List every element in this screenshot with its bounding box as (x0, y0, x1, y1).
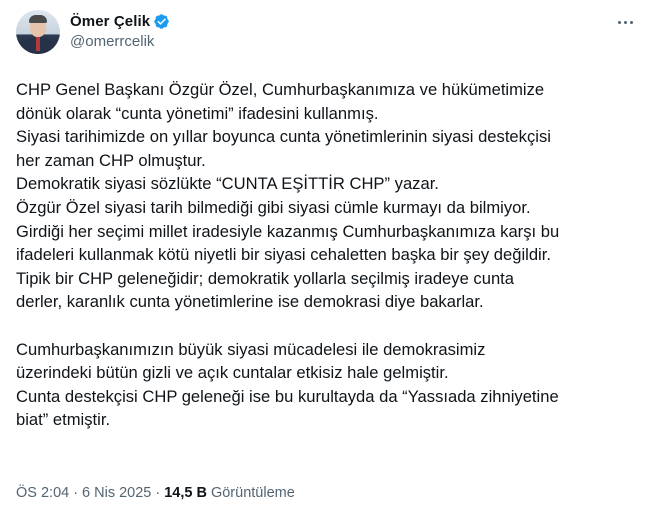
tweet-text: CHP Genel Başkanı Özgür Özel, Cumhurbaşk… (16, 78, 641, 432)
tweet-text-line: Tipik bir CHP geleneğidir; demokratik yo… (16, 268, 515, 288)
author-display-name[interactable]: Ömer Çelik (70, 13, 150, 30)
tweet-text-line: ifadeleri kullanmak kötü niyetli bir siy… (16, 245, 551, 265)
avatar-tie (36, 37, 40, 51)
tweet-text-line: Demokratik siyasi sözlükte “CUNTA EŞİTTİ… (16, 174, 439, 194)
tweet-text-line: biat” etmiştir. (16, 410, 111, 430)
author-info: Ömer Çelik @omerrcelik (70, 11, 170, 50)
more-options-icon[interactable] (614, 12, 636, 32)
tweet-text-line: Cunta destekçisi CHP geleneği ise bu kur… (16, 386, 559, 406)
name-row: Ömer Çelik (70, 11, 170, 31)
tweet-text-line: dönük olarak “cunta yönetimi” ifadesini … (16, 103, 379, 123)
tweet-text-line: Özgür Özel siyasi tarih bilmediği gibi s… (16, 197, 531, 217)
tweet-text-line: Siyasi tarihimizde on yıllar boyunca cun… (16, 127, 551, 147)
author-handle[interactable]: @omerrcelik (70, 33, 170, 50)
views-count: 14,5 B (164, 485, 207, 501)
tweet-text-line: CHP Genel Başkanı Özgür Özel, Cumhurbaşk… (16, 80, 545, 99)
avatar-hair (29, 15, 47, 23)
tweet-meta: ÖS 2:04 · 6 Nis 2025 · 14,5 B Görüntülem… (16, 485, 295, 501)
tweet-date[interactable]: 6 Nis 2025 (82, 485, 151, 501)
tweet-time[interactable]: ÖS 2:04 (16, 485, 69, 501)
tweet-text-line: üzerindeki bütün gizli ve açık cuntalar … (16, 363, 449, 383)
tweet-header: Ömer Çelik @omerrcelik (16, 10, 636, 58)
verified-badge-icon[interactable] (153, 13, 170, 30)
meta-separator: · (73, 485, 79, 501)
avatar[interactable] (16, 10, 60, 54)
meta-separator: · (155, 485, 161, 501)
views-label: Görüntüleme (210, 485, 295, 501)
tweet-text-line: Girdiği her seçimi millet iradesiyle kaz… (16, 221, 560, 241)
tweet-text-line: her zaman CHP olmuştur. (16, 150, 206, 170)
tweet-text-line: derler, karanlık cunta yönetimlerine ise… (16, 292, 484, 312)
tweet-text-line: Cumhurbaşkanımızın büyük siyasi mücadele… (16, 339, 486, 359)
tweet-text-line (16, 314, 641, 338)
tweet-card: Ömer Çelik @omerrcelik CHP Genel Başkanı… (0, 0, 652, 508)
